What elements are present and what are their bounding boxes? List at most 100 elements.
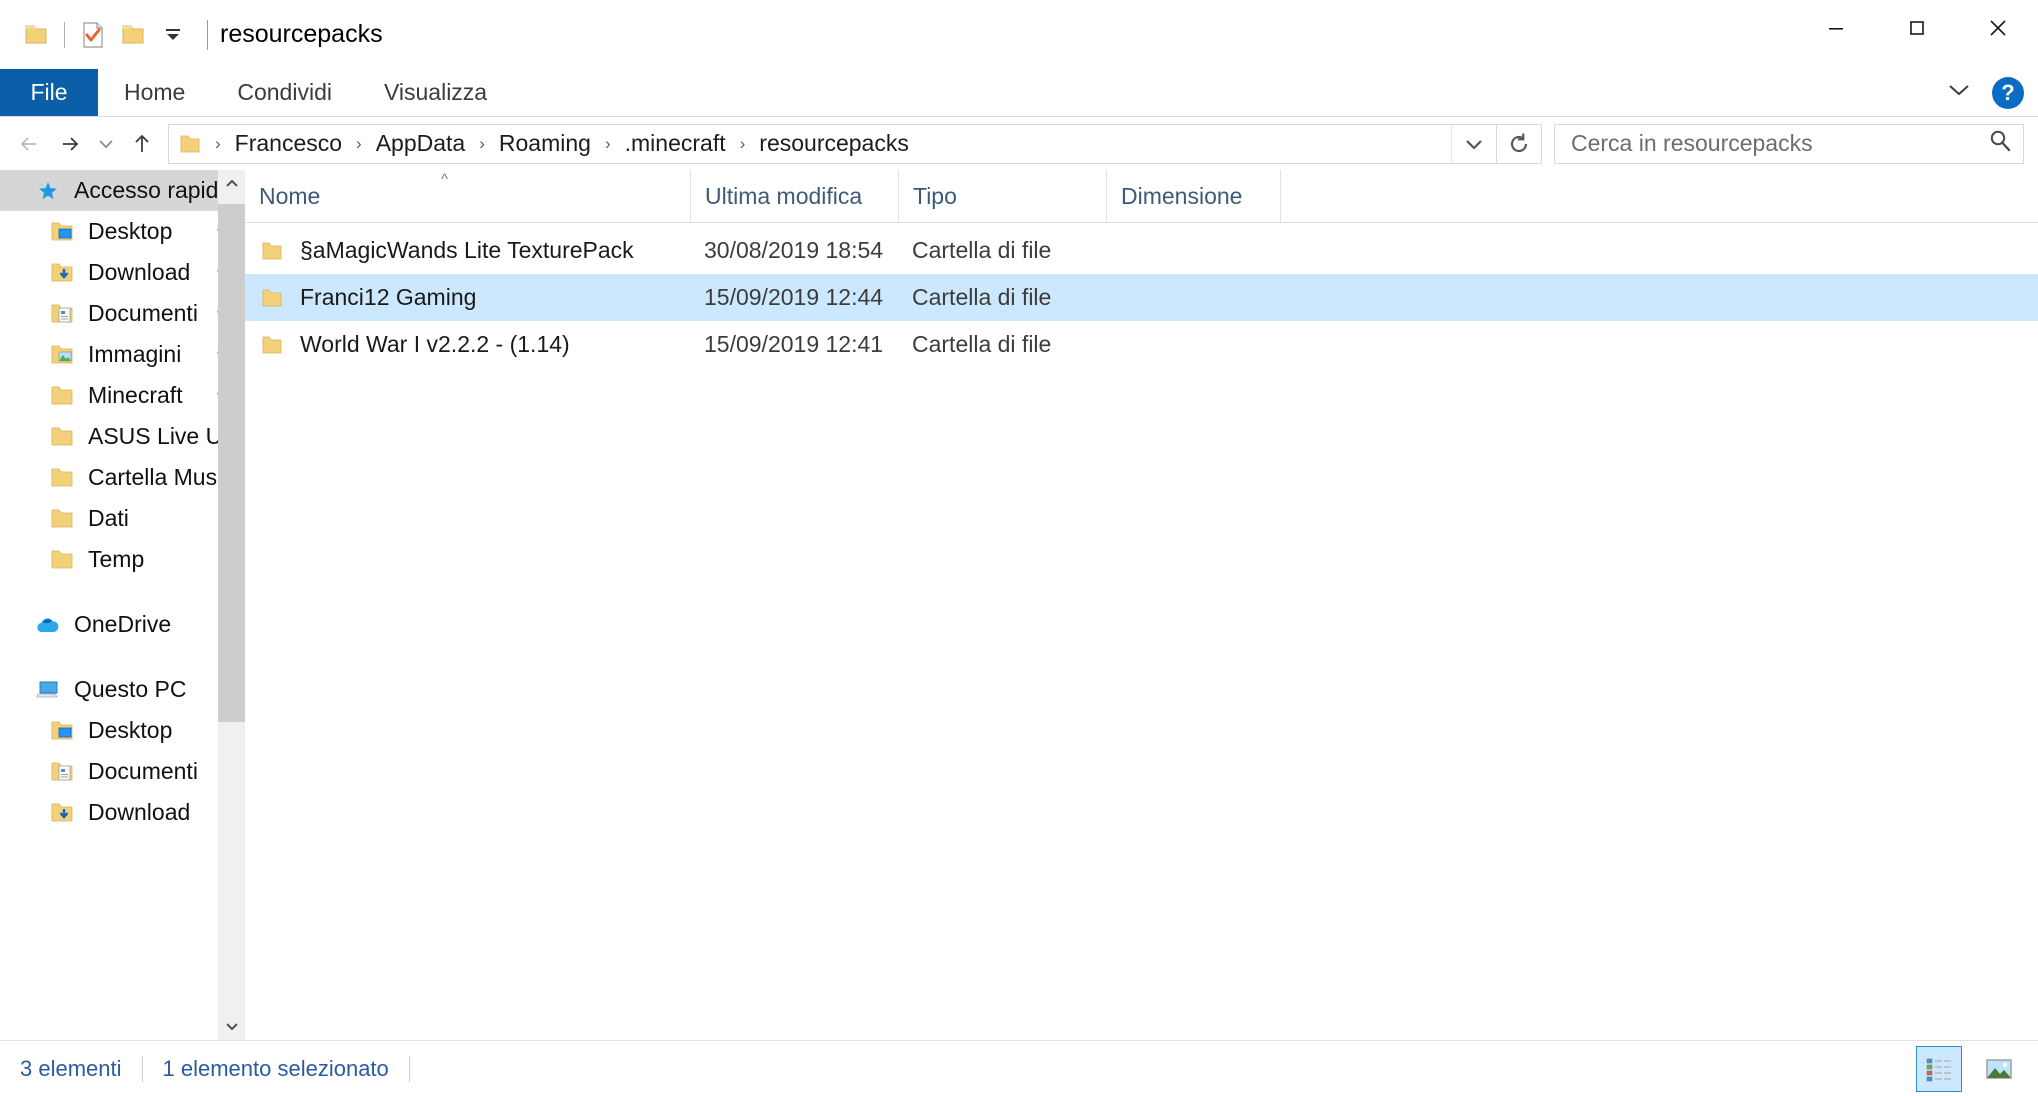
folder-icon [259, 335, 285, 355]
sidebar-item-dati[interactable]: Dati [0, 498, 245, 539]
new-folder-icon[interactable] [113, 15, 153, 55]
breadcrumb-item-resourcepacks[interactable]: resourcepacks [757, 130, 911, 157]
navigation-pane: Accesso rapido Desktop Download Document… [0, 170, 245, 1040]
sidebar-label: Desktop [88, 218, 173, 244]
sidebar-item-minecraft[interactable]: Minecraft [0, 375, 245, 416]
column-header-tipo[interactable]: Tipo [898, 170, 1106, 222]
breadcrumb-item-roaming[interactable]: Roaming [497, 130, 593, 157]
column-headers: Nome ^ Ultima modifica Tipo Dimensione [245, 170, 2038, 223]
chevron-down-icon[interactable] [1944, 80, 1974, 105]
tab-condividi[interactable]: Condividi [211, 69, 358, 116]
table-row[interactable]: §aMagicWands Lite TexturePack 30/08/2019… [245, 227, 2038, 274]
up-button[interactable] [122, 124, 162, 164]
address-bar: › Francesco › AppData › Roaming › .minec… [0, 117, 2038, 170]
folder-documents-icon [48, 303, 76, 325]
breadcrumb-item-francesco[interactable]: Francesco [233, 130, 344, 157]
folder-download-icon [48, 802, 76, 824]
sidebar-label: Desktop [88, 717, 173, 743]
close-button[interactable] [1957, 0, 2038, 56]
sidebar-item-pc-download[interactable]: Download [0, 792, 245, 833]
breadcrumb-separator: › [215, 134, 221, 153]
forward-button[interactable] [50, 124, 90, 164]
search-box[interactable] [1554, 123, 2024, 164]
scroll-down-icon[interactable] [218, 1012, 245, 1040]
onedrive-cloud-icon [34, 615, 62, 635]
folder-icon[interactable] [16, 15, 56, 55]
column-header-ultima-modifica[interactable]: Ultima modifica [690, 170, 898, 222]
column-label: Nome [259, 182, 321, 209]
table-row[interactable]: World War I v2.2.2 - (1.14) 15/09/2019 1… [245, 321, 2038, 368]
minimize-button[interactable] [1795, 0, 1876, 56]
search-input[interactable] [1569, 129, 1987, 158]
file-name: World War I v2.2.2 - (1.14) [300, 331, 570, 357]
selection-count: 1 elemento selezionato [162, 1055, 389, 1081]
scrollbar-thumb[interactable] [218, 204, 245, 722]
sidebar-item-download[interactable]: Download [0, 252, 245, 293]
sidebar-scrollbar[interactable] [218, 170, 245, 1040]
folder-download-icon [48, 262, 76, 284]
sidebar-label: Download [88, 799, 191, 825]
file-list-pane: Nome ^ Ultima modifica Tipo Dimensione §… [245, 170, 2038, 1040]
sidebar-label: Download [88, 259, 191, 285]
sidebar-item-cartella-musica[interactable]: Cartella Musica [0, 457, 245, 498]
large-icons-view-icon[interactable] [1976, 1046, 2022, 1092]
recent-locations-icon[interactable] [90, 124, 122, 164]
sidebar-item-onedrive[interactable]: OneDrive [0, 604, 245, 645]
folder-pictures-icon [48, 344, 76, 366]
breadcrumb-item-minecraft[interactable]: .minecraft [623, 130, 728, 157]
tab-visualizza[interactable]: Visualizza [358, 69, 513, 116]
window-controls [1795, 0, 2038, 56]
sidebar-label: OneDrive [74, 611, 172, 637]
sidebar-item-pc-desktop[interactable]: Desktop [0, 710, 245, 751]
quick-access-toolbar: resourcepacks [0, 15, 383, 55]
column-header-dimensione[interactable]: Dimensione [1106, 170, 1281, 222]
scroll-up-icon[interactable] [218, 170, 245, 198]
sidebar-label: Documenti [88, 300, 198, 326]
breadcrumb-bar[interactable]: › Francesco › AppData › Roaming › .minec… [168, 123, 1497, 164]
folder-icon [48, 549, 76, 571]
breadcrumb-folder-icon[interactable] [179, 134, 201, 154]
sidebar-item-pc-documenti[interactable]: Documenti [0, 751, 245, 792]
sidebar-item-questo-pc[interactable]: Questo PC [0, 669, 245, 710]
folder-documents-icon [48, 761, 76, 783]
sidebar-label: Dati [88, 505, 129, 531]
file-type: Cartella di file [912, 237, 1052, 263]
breadcrumb-item-appdata[interactable]: AppData [374, 130, 468, 157]
column-label: Ultima modifica [705, 182, 863, 209]
customize-dropdown-icon[interactable] [153, 15, 193, 55]
file-modified: 15/09/2019 12:44 [704, 284, 884, 310]
details-view-icon[interactable] [1916, 1045, 1962, 1092]
tab-file[interactable]: File [0, 69, 98, 116]
window-title: resourcepacks [220, 20, 383, 48]
column-header-nome[interactable]: Nome ^ [245, 170, 690, 222]
sidebar-item-immagini[interactable]: Immagini [0, 334, 245, 375]
file-name-cell: §aMagicWands Lite TexturePack [245, 237, 690, 264]
sidebar-label: Questo PC [74, 676, 187, 702]
tab-home[interactable]: Home [98, 69, 211, 116]
sidebar-item-desktop[interactable]: Desktop [0, 211, 245, 252]
sidebar-label: Minecraft [88, 382, 183, 408]
help-icon[interactable]: ? [1992, 76, 2024, 109]
file-name: §aMagicWands Lite TexturePack [300, 237, 634, 263]
maximize-button[interactable] [1876, 0, 1957, 56]
properties-icon[interactable] [73, 15, 113, 55]
status-bar: 3 elementi 1 elemento selezionato [0, 1040, 2038, 1096]
sidebar-item-asus-live-update[interactable]: ASUS Live Updat [0, 416, 245, 457]
sidebar-item-temp[interactable]: Temp [0, 539, 245, 580]
ribbon-tabs: File Home Condividi Visualizza ? [0, 69, 2038, 117]
file-type: Cartella di file [912, 284, 1052, 310]
toolbar-separator [64, 21, 65, 48]
table-row[interactable]: Franci12 Gaming 15/09/2019 12:44 Cartell… [245, 274, 2038, 321]
breadcrumb-dropdown-icon[interactable] [1451, 124, 1496, 163]
sidebar-item-documenti[interactable]: Documenti [0, 293, 245, 334]
refresh-button[interactable] [1497, 123, 1542, 164]
sidebar-item-accesso-rapido[interactable]: Accesso rapido [0, 170, 245, 211]
this-pc-icon [34, 679, 62, 701]
scrollbar-track[interactable] [218, 198, 245, 1012]
folder-desktop-icon [48, 221, 76, 243]
back-button[interactable] [10, 124, 50, 164]
folder-icon [48, 426, 76, 448]
sidebar-label: Documenti [88, 758, 198, 784]
search-icon[interactable] [1987, 128, 2013, 159]
